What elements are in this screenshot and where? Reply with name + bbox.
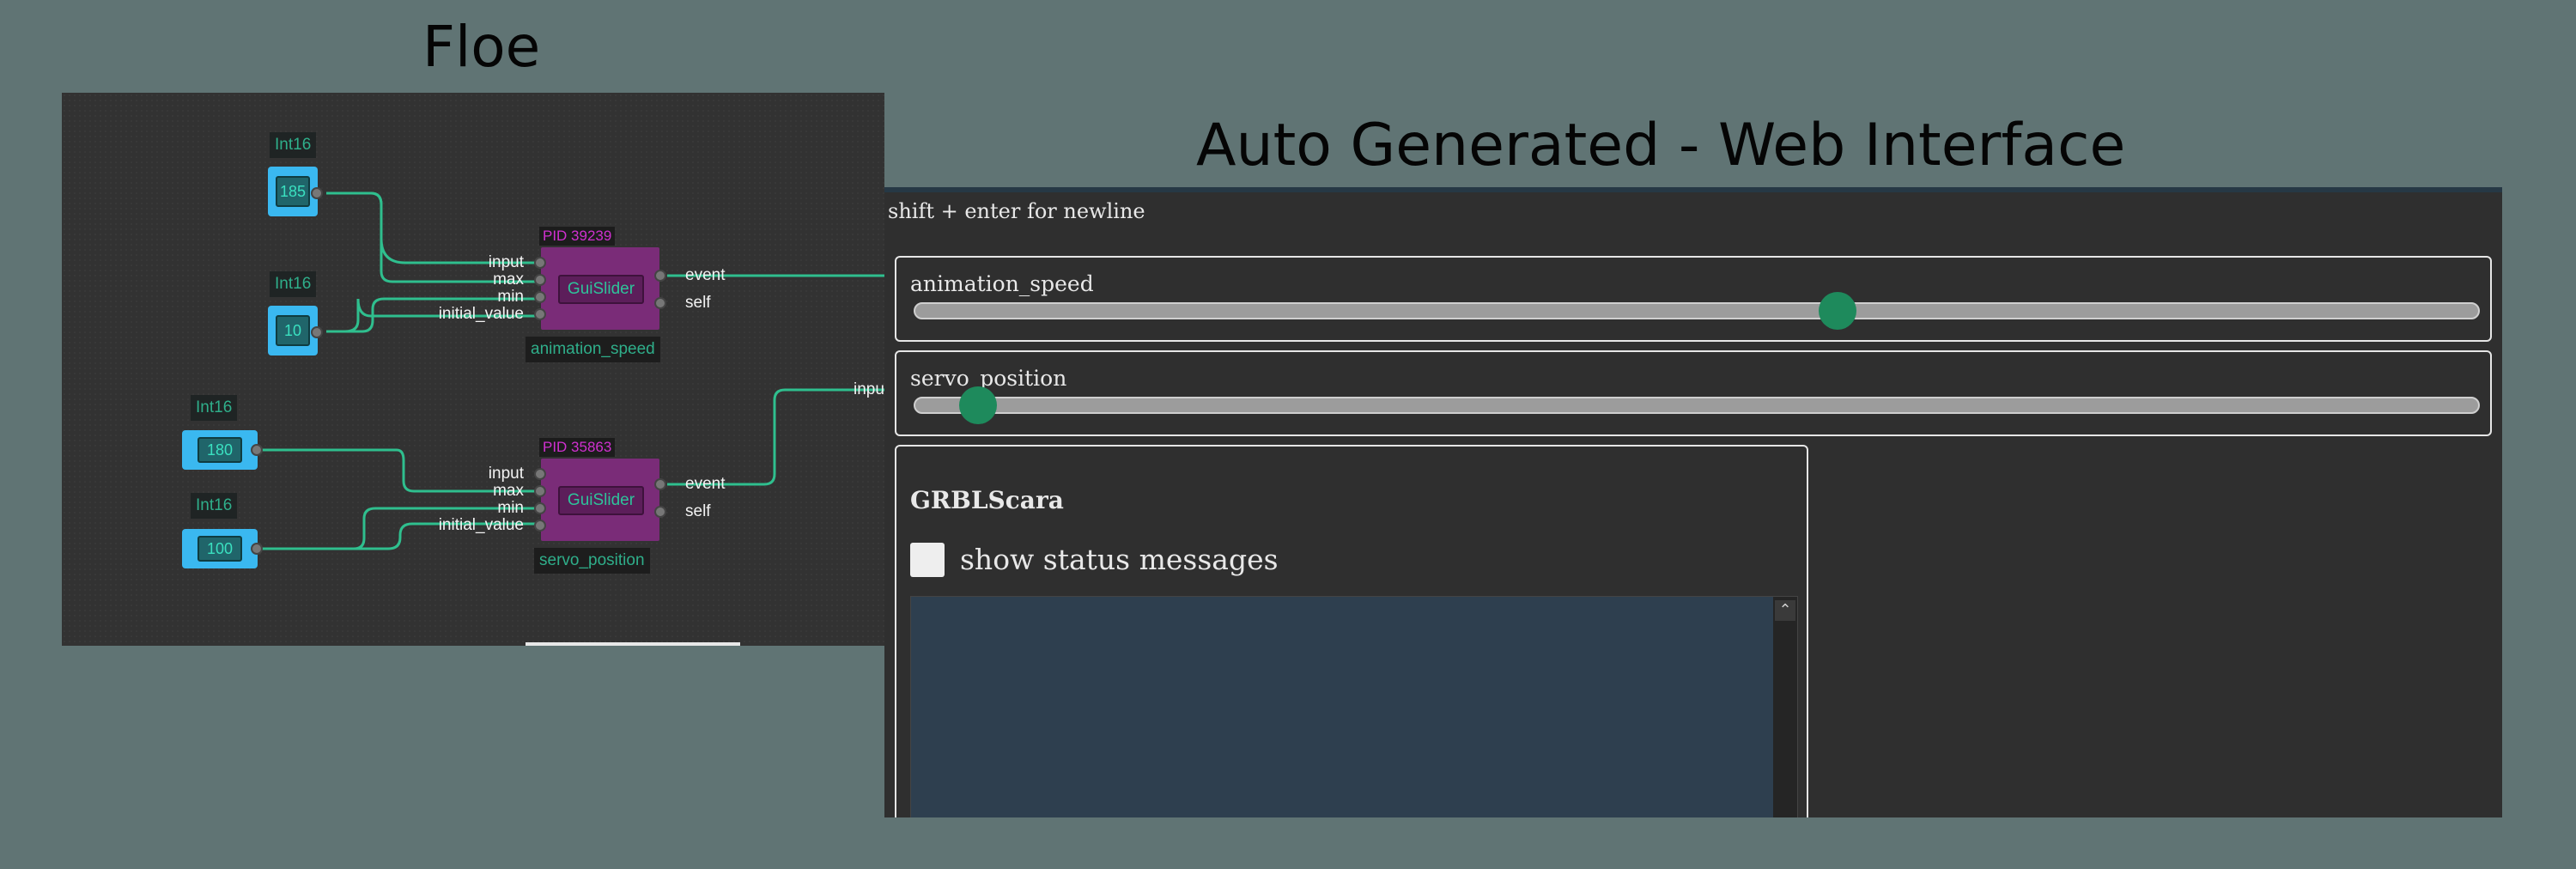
output-port[interactable] — [311, 326, 323, 338]
newline-hint: shift + enter for newline — [888, 199, 1145, 223]
grbl-title: GRBLScara — [910, 486, 1064, 514]
output-port[interactable] — [251, 543, 263, 555]
slider-thumb[interactable] — [1818, 292, 1856, 330]
node-value[interactable]: 180 — [197, 437, 242, 463]
output-port[interactable] — [311, 187, 323, 199]
min-port[interactable] — [534, 291, 546, 303]
port-label-event: event — [685, 266, 726, 284]
node-value[interactable]: 10 — [276, 315, 310, 346]
int16-node-10[interactable]: 10 — [268, 306, 323, 356]
web-interface-title: Auto Generated - Web Interface — [1196, 112, 2126, 179]
int16-node-100[interactable]: 100 — [182, 529, 263, 568]
port-label-self: self — [685, 502, 711, 520]
port-label-initial-value: initial_value — [438, 305, 524, 323]
port-label-initial-value: initial_value — [438, 516, 524, 534]
port-label-input: input — [488, 465, 524, 483]
grbl-scara-card: GRBLScara show status messages ⌃ — [895, 445, 1808, 817]
top-bar — [884, 187, 2502, 192]
node-value[interactable]: 185 — [276, 176, 310, 207]
node-name-label: servo_position — [534, 548, 650, 574]
port-label-input: input — [488, 253, 524, 271]
offscreen-port-label: inpu — [854, 380, 884, 398]
pid-label: PID 39239 — [539, 227, 616, 246]
wire-event-servo — [667, 388, 884, 486]
node-type-label: GuiSlider — [558, 275, 644, 304]
servo-position-slider[interactable] — [914, 386, 2480, 424]
node-value[interactable]: 100 — [197, 536, 242, 562]
initial-value-port[interactable] — [534, 308, 546, 320]
show-status-label: show status messages — [960, 543, 1279, 576]
node-name-label: animation_speed — [526, 337, 660, 362]
port-label-max: max — [493, 482, 524, 500]
input-port[interactable] — [534, 468, 546, 480]
int16-type-label: Int16 — [191, 493, 238, 519]
port-label-min: min — [497, 499, 524, 517]
slider-card-animation-speed: animation_speed — [895, 256, 2492, 342]
max-port[interactable] — [534, 274, 546, 286]
event-port[interactable] — [654, 270, 666, 282]
horizontal-scrollbar[interactable] — [526, 642, 740, 646]
port-label-event: event — [685, 475, 726, 493]
int16-node-185[interactable]: 185 — [268, 167, 323, 216]
int16-type-label: Int16 — [270, 271, 317, 297]
self-port[interactable] — [654, 297, 666, 309]
slider-card-servo-position: servo_position — [895, 350, 2492, 436]
max-port[interactable] — [534, 485, 546, 497]
vertical-scrollbar[interactable]: ⌃ — [1773, 597, 1797, 817]
int16-node-180[interactable]: 180 — [182, 430, 263, 470]
initial-value-port[interactable] — [534, 520, 546, 532]
pid-label: PID 35863 — [539, 438, 616, 457]
web-interface-panel: shift + enter for newline animation_spee… — [884, 187, 2502, 817]
floe-graph-canvas[interactable]: Int16 185 Int16 10 Int16 180 Int16 100 P… — [62, 93, 884, 646]
guislider-node-animation-speed[interactable]: GuiSlider — [541, 247, 659, 330]
self-port[interactable] — [654, 506, 666, 518]
animation-speed-slider[interactable] — [914, 292, 2480, 330]
wire-185-to-input — [326, 191, 539, 264]
floe-title: Floe — [422, 14, 541, 80]
event-port[interactable] — [654, 478, 666, 490]
slider-thumb[interactable] — [958, 386, 997, 424]
port-label-self: self — [685, 294, 711, 312]
int16-type-label: Int16 — [270, 132, 317, 158]
node-type-label: GuiSlider — [558, 486, 644, 515]
port-label-max: max — [493, 270, 524, 289]
min-port[interactable] — [534, 502, 546, 514]
input-port[interactable] — [534, 257, 546, 269]
output-port[interactable] — [251, 444, 263, 456]
slider-label: servo_position — [910, 366, 1067, 391]
slider-label: animation_speed — [910, 271, 1094, 296]
int16-type-label: Int16 — [191, 395, 238, 421]
port-label-min: min — [497, 288, 524, 306]
scroll-up-icon[interactable]: ⌃ — [1775, 600, 1795, 621]
status-log-area[interactable]: ⌃ — [910, 596, 1798, 817]
guislider-node-servo-position[interactable]: GuiSlider — [541, 459, 659, 541]
show-status-checkbox[interactable] — [910, 543, 945, 577]
